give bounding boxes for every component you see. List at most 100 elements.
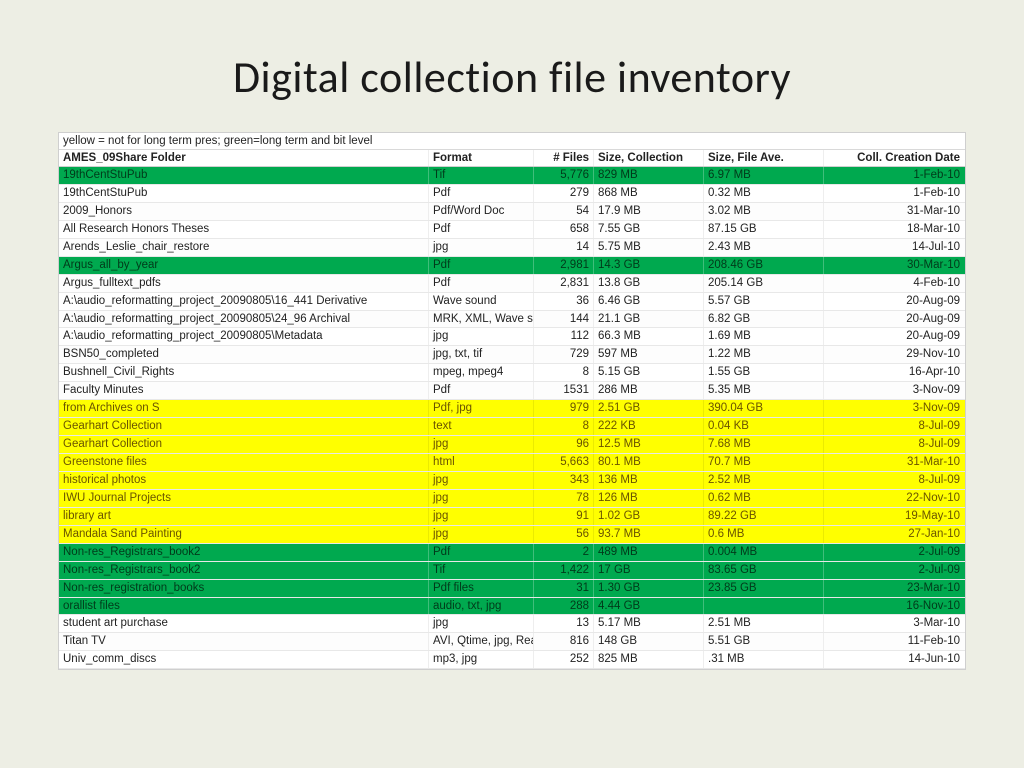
cell-files: 288 (534, 598, 594, 615)
cell-size-collection: 66.3 MB (594, 328, 704, 345)
cell-files: 343 (534, 472, 594, 489)
cell-format: Pdf (429, 275, 534, 292)
cell-files: 91 (534, 508, 594, 525)
table-row: Gearhart Collectiontext8222 KB0.04 KB8-J… (59, 418, 965, 436)
cell-date: 3-Nov-09 (824, 382, 964, 399)
cell-format: jpg (429, 508, 534, 525)
cell-size-collection: 597 MB (594, 346, 704, 363)
cell-folder: All Research Honors Theses (59, 221, 429, 238)
cell-date: 8-Jul-09 (824, 436, 964, 453)
table-row: from Archives on SPdf, jpg9792.51 GB390.… (59, 400, 965, 418)
cell-size-collection: 6.46 GB (594, 293, 704, 310)
col-size-collection: Size, Collection (594, 150, 704, 166)
cell-size-ave: 1.55 GB (704, 364, 824, 381)
cell-size-ave: 208.46 GB (704, 257, 824, 274)
legend-note: yellow = not for long term pres; green=l… (59, 133, 965, 150)
cell-folder: library art (59, 508, 429, 525)
cell-format: jpg (429, 472, 534, 489)
cell-files: 1531 (534, 382, 594, 399)
table-row: A:\audio_reformatting_project_20090805\2… (59, 311, 965, 329)
cell-date: 20-Aug-09 (824, 328, 964, 345)
cell-size-ave: 0.04 KB (704, 418, 824, 435)
cell-size-collection: 2.51 GB (594, 400, 704, 417)
cell-format: mpeg, mpeg4 (429, 364, 534, 381)
cell-files: 31 (534, 580, 594, 597)
cell-date: 3-Mar-10 (824, 615, 964, 632)
cell-size-collection: 136 MB (594, 472, 704, 489)
cell-folder: Non-res_registration_books (59, 580, 429, 597)
cell-size-collection: 5.15 GB (594, 364, 704, 381)
cell-folder: 2009_Honors (59, 203, 429, 220)
slide: Digital collection file inventory yellow… (0, 0, 1024, 768)
cell-size-ave: 0.6 MB (704, 526, 824, 543)
cell-folder: Univ_comm_discs (59, 651, 429, 668)
table-row: Gearhart Collectionjpg9612.5 MB7.68 MB8-… (59, 436, 965, 454)
cell-date: 4-Feb-10 (824, 275, 964, 292)
table-row: Arends_Leslie_chair_restorejpg145.75 MB2… (59, 239, 965, 257)
table-row: Non-res_Registrars_book2Tif1,42217 GB83.… (59, 562, 965, 580)
cell-size-ave: .31 MB (704, 651, 824, 668)
cell-size-collection: 14.3 GB (594, 257, 704, 274)
cell-date: 3-Nov-09 (824, 400, 964, 417)
col-size-ave: Size, File Ave. (704, 150, 824, 166)
cell-size-collection: 4.44 GB (594, 598, 704, 615)
cell-date: 8-Jul-09 (824, 472, 964, 489)
cell-date: 1-Feb-10 (824, 185, 964, 202)
cell-date: 20-Aug-09 (824, 293, 964, 310)
cell-folder: Argus_fulltext_pdfs (59, 275, 429, 292)
table-row: Argus_fulltext_pdfsPdf2,83113.8 GB205.14… (59, 275, 965, 293)
cell-format: Pdf/Word Doc (429, 203, 534, 220)
cell-folder: from Archives on S (59, 400, 429, 417)
cell-format: Pdf (429, 185, 534, 202)
cell-files: 279 (534, 185, 594, 202)
cell-size-collection: 868 MB (594, 185, 704, 202)
cell-format: jpg (429, 490, 534, 507)
cell-files: 816 (534, 633, 594, 650)
cell-files: 144 (534, 311, 594, 328)
table-header-row: AMES_09Share Folder Format # Files Size,… (59, 150, 965, 167)
cell-size-collection: 21.1 GB (594, 311, 704, 328)
cell-size-ave: 5.35 MB (704, 382, 824, 399)
cell-size-ave: 0.004 MB (704, 544, 824, 561)
cell-format: Pdf (429, 382, 534, 399)
table-body: 19thCentStuPubTif5,776829 MB6.97 MB1-Feb… (59, 167, 965, 669)
cell-size-collection: 13.8 GB (594, 275, 704, 292)
cell-size-ave: 390.04 GB (704, 400, 824, 417)
cell-files: 2 (534, 544, 594, 561)
cell-date: 16-Apr-10 (824, 364, 964, 381)
table-row: 19thCentStuPubPdf279868 MB0.32 MB1-Feb-1… (59, 185, 965, 203)
cell-files: 54 (534, 203, 594, 220)
cell-date: 1-Feb-10 (824, 167, 964, 184)
cell-size-ave: 70.7 MB (704, 454, 824, 471)
col-date: Coll. Creation Date (824, 150, 964, 166)
cell-files: 658 (534, 221, 594, 238)
col-files: # Files (534, 150, 594, 166)
cell-date: 19-May-10 (824, 508, 964, 525)
cell-size-ave: 0.62 MB (704, 490, 824, 507)
cell-size-collection: 12.5 MB (594, 436, 704, 453)
cell-size-collection: 7.55 GB (594, 221, 704, 238)
cell-size-collection: 825 MB (594, 651, 704, 668)
cell-format: Pdf, jpg (429, 400, 534, 417)
cell-files: 13 (534, 615, 594, 632)
cell-size-collection: 93.7 MB (594, 526, 704, 543)
cell-folder: A:\audio_reformatting_project_20090805\M… (59, 328, 429, 345)
cell-format: mp3, jpg (429, 651, 534, 668)
cell-files: 112 (534, 328, 594, 345)
cell-folder: student art purchase (59, 615, 429, 632)
cell-files: 5,663 (534, 454, 594, 471)
cell-date: 31-Mar-10 (824, 454, 964, 471)
cell-date: 2-Jul-09 (824, 562, 964, 579)
cell-folder: Faculty Minutes (59, 382, 429, 399)
spreadsheet: yellow = not for long term pres; green=l… (58, 132, 966, 670)
table-row: Titan TVAVI, Qtime, jpg, Rea816148 GB5.5… (59, 633, 965, 651)
cell-folder: IWU Journal Projects (59, 490, 429, 507)
cell-size-ave: 89.22 GB (704, 508, 824, 525)
cell-format: Tif (429, 167, 534, 184)
table-row: 2009_HonorsPdf/Word Doc5417.9 MB3.02 MB3… (59, 203, 965, 221)
cell-size-collection: 17.9 MB (594, 203, 704, 220)
cell-format: Pdf (429, 544, 534, 561)
cell-size-ave: 6.82 GB (704, 311, 824, 328)
cell-size-collection: 222 KB (594, 418, 704, 435)
table-row: BSN50_completedjpg, txt, tif729597 MB1.2… (59, 346, 965, 364)
